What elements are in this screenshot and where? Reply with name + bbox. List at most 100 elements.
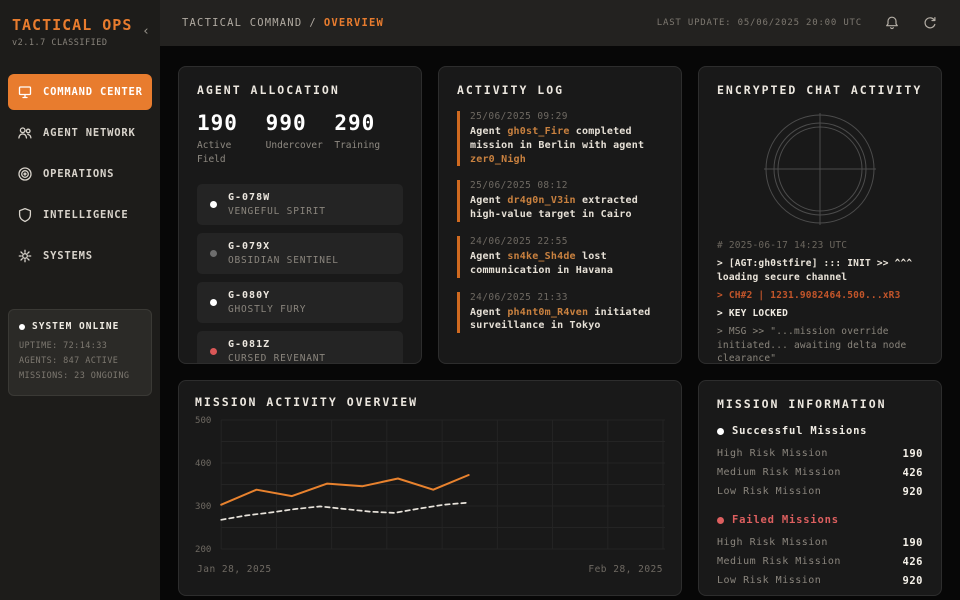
refresh-icon[interactable] [922, 15, 938, 31]
mission-activity-title: MISSION ACTIVITY OVERVIEW [195, 395, 665, 409]
mission-activity-panel: MISSION ACTIVITY OVERVIEW 500 400 300 200 J… [178, 380, 682, 596]
terminal-line: > CH#2 | 1231.9082464.500...xR3 [717, 289, 923, 302]
logo-row: TACTICAL OPS v2.1.7 CLASSIFIED ‹ [8, 14, 152, 48]
log-message: Agent dr4g0n_V3in extracted high-value t… [470, 194, 663, 222]
app-root: TACTICAL OPS v2.1.7 CLASSIFIED ‹ COMMAND… [0, 0, 960, 600]
activity-log-panel: ACTIVITY LOG 25/06/2025 09:29 Agent gh0st… [438, 66, 682, 364]
agent-list-item[interactable]: G-080YGHOSTLY FURY [197, 282, 403, 323]
log-entry: 24/06/2025 22:55Agent sn4ke_Sh4de lost c… [457, 236, 663, 278]
shield-icon [17, 207, 33, 223]
log-timestamp: 25/06/2025 09:29 [470, 111, 663, 122]
terminal-line: # 2025-06-17 14:23 UTC [717, 239, 923, 252]
sidebar-item-intelligence[interactable]: INTELLIGENCE [8, 197, 152, 233]
allocation-stat-undercover: 990Undercover [266, 111, 335, 168]
mission-stat-label: Low Risk Mission [717, 575, 821, 586]
breadcrumb: TACTICAL COMMAND / OVERVIEW [182, 17, 384, 29]
log-entry: 25/06/2025 08:12 Agent dr4g0n_V3in extrac… [457, 180, 663, 222]
mission-groups: Successful Missions High Risk Mission190 M… [717, 425, 923, 590]
mission-stat-row: Low Risk Mission 920 [717, 482, 923, 501]
y-tick-label: 300 [195, 502, 211, 512]
agent-codename: CURSED REVENANT [228, 353, 326, 364]
log-timestamp: 24/06/2025 21:33 [470, 292, 663, 303]
sidebar-collapse-icon[interactable]: ‹ [142, 24, 150, 39]
agent-list-item[interactable]: G-078WVENGEFUL SPIRIT [197, 184, 403, 225]
mission-stat-value: 426 [903, 556, 923, 568]
sidebar-item-label: AGENT NETWORK [43, 127, 136, 139]
encrypted-chat-title: ENCRYPTED CHAT ACTIVITY [717, 83, 923, 97]
stat-label: Active Field [197, 139, 255, 168]
stat-label: Undercover [266, 139, 324, 153]
y-tick-label: 400 [195, 459, 211, 469]
agent-code: G-078W [228, 192, 326, 203]
last-update-label: LAST UPDATE: 05/06/2025 20:00 UTC [657, 18, 862, 28]
dashboard-grid: AGENT ALLOCATION 190Active Field990Under… [160, 46, 960, 600]
mission-stat-row: Low Risk Mission920 [717, 571, 923, 590]
system-status-title: SYSTEM ONLINE [19, 321, 141, 332]
breadcrumb-current[interactable]: OVERVIEW [324, 17, 384, 29]
terminal-feed: # 2025-06-17 14:23 UTC > [AGT:gh0stfire] … [717, 239, 923, 364]
mission-stat-row: High Risk Mission190 [717, 533, 923, 552]
mission-stat-row: Medium Risk Mission426 [717, 463, 923, 482]
encrypted-chat-panel: ENCRYPTED CHAT ACTIVITY # 2025-06-17 14:… [698, 66, 942, 364]
app-version: v2.1.7 CLASSIFIED [12, 38, 132, 48]
sidebar-item-label: COMMAND CENTER [43, 86, 143, 98]
breadcrumb-root[interactable]: TACTICAL COMMAND [182, 17, 302, 29]
log-entry: 24/06/2025 21:33Agent ph4nt0m_R4ven init… [457, 292, 663, 334]
terminal-line: > [AGT:gh0stfire] ::: INIT >> ^^^ loadin… [717, 257, 923, 284]
sidebar-item-label: SYSTEMS [43, 250, 93, 262]
mission-stat-label: Low Risk Mission [717, 486, 821, 497]
agent-list-item[interactable]: G-081ZCURSED REVENANT [197, 331, 403, 365]
sidebar-item-systems[interactable]: SYSTEMS [8, 238, 152, 274]
system-status-lines: UPTIME: 72:14:33AGENTS: 847 ACTIVEMISSIO… [19, 339, 141, 384]
agent-text: G-081ZCURSED REVENANT [228, 339, 326, 364]
system-status-line: MISSIONS: 23 ONGOING [19, 369, 141, 384]
bell-icon[interactable] [884, 15, 900, 31]
mission-activity-chart: 500 400 300 200 [195, 415, 665, 561]
online-status-dot [19, 324, 25, 330]
mission-group-dot [717, 517, 724, 524]
header-actions: LAST UPDATE: 05/06/2025 20:00 UTC [657, 15, 938, 31]
target-icon [17, 166, 33, 182]
sidebar-item-command-center[interactable]: COMMAND CENTER [8, 74, 152, 110]
series-missions-primary [221, 475, 468, 505]
system-status-label: SYSTEM ONLINE [32, 321, 119, 332]
sidebar-nav: COMMAND CENTER AGENT NETWORK OPERATIONS INT… [8, 74, 152, 279]
activity-log-title: ACTIVITY LOG [457, 83, 663, 97]
terminal-line: > MSG >> "...mission override initiated.… [717, 325, 923, 364]
agent-status-dot [210, 250, 217, 257]
allocation-stat-active-field: 190Active Field [197, 111, 266, 168]
agent-status-dot [210, 348, 217, 355]
log-entry: 25/06/2025 09:29 Agent gh0st_Fire complet… [457, 111, 663, 166]
chart-x-axis: Jan 28, 2025 Feb 28, 2025 [195, 564, 665, 575]
agent-list-item[interactable]: G-079XOBSIDIAN SENTINEL [197, 233, 403, 274]
log-text-fragment: Agent [470, 307, 507, 318]
gear-icon [17, 248, 33, 264]
mission-stat-row: Medium Risk Mission 426 [717, 552, 923, 571]
mission-stat-value: 920 [903, 486, 923, 498]
mission-stat-value: 426 [903, 467, 923, 479]
activity-log-list[interactable]: 25/06/2025 09:29 Agent gh0st_Fire complet… [457, 111, 663, 343]
mission-stat-label: Medium Risk Mission [717, 556, 841, 567]
x-axis-end-label: Feb 28, 2025 [588, 564, 663, 575]
series-missions-secondary [221, 503, 468, 520]
log-timestamp: 25/06/2025 08:12 [470, 180, 663, 191]
mission-group-failed-missions: Failed MissionsHigh Risk Mission190Mediu… [717, 514, 923, 590]
agent-status-dot [210, 201, 217, 208]
breadcrumb-separator: / [309, 17, 317, 29]
y-tick-label: 500 [195, 416, 211, 426]
y-tick-label: 200 [195, 545, 211, 555]
agent-allocation-panel: AGENT ALLOCATION 190Active Field990Under… [178, 66, 422, 364]
system-status-panel: SYSTEM ONLINE UPTIME: 72:14:33AGENTS: 84… [8, 309, 152, 396]
log-message: Agent gh0st_Fire completed mission in Be… [470, 125, 663, 166]
app-title: TACTICAL OPS [12, 16, 132, 34]
mission-group-label: Successful Missions [732, 425, 867, 437]
agent-code: G-079X [228, 241, 339, 252]
sidebar-item-operations[interactable]: OPERATIONS [8, 156, 152, 192]
agent-code: G-080Y [228, 290, 306, 301]
users-icon [17, 125, 33, 141]
mission-information-panel: MISSION INFORMATION Successful MissionsH… [698, 380, 942, 596]
allocation-stat-training: 290Training [334, 111, 403, 168]
system-status-line: AGENTS: 847 ACTIVE [19, 354, 141, 369]
sidebar-item-agent-network[interactable]: AGENT NETWORK [8, 115, 152, 151]
log-text-fragment: Agent [470, 195, 507, 206]
